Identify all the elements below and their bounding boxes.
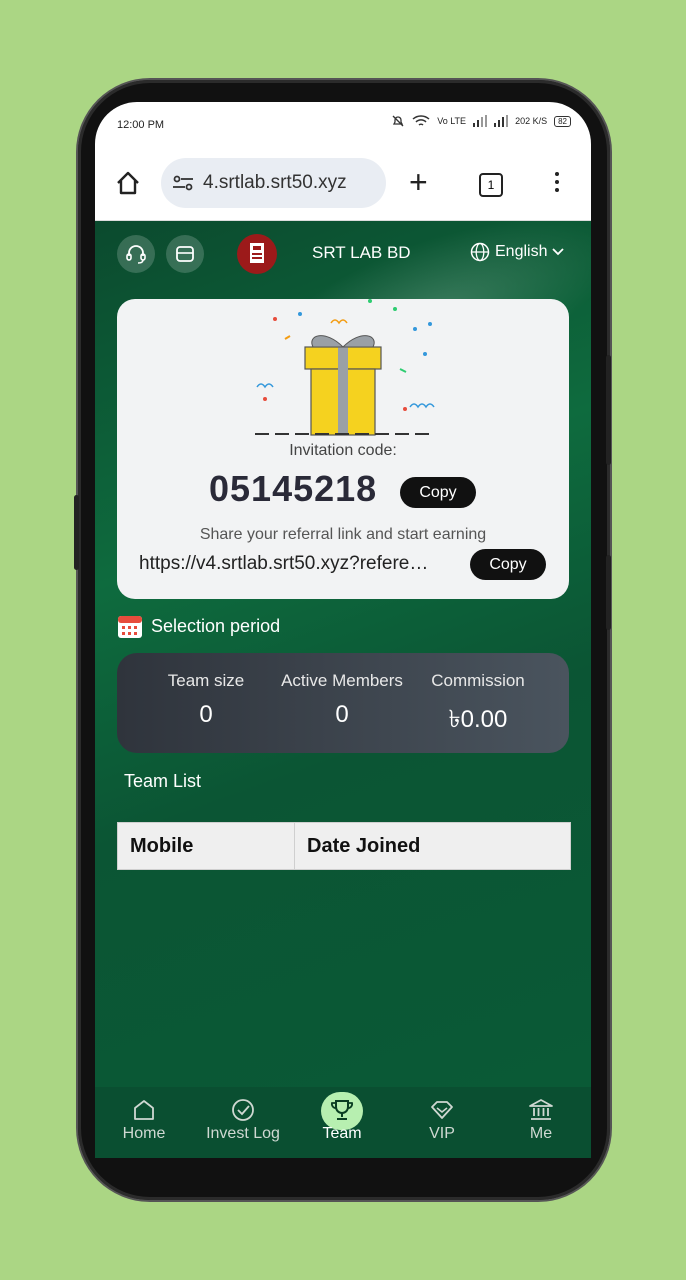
copy-code-button[interactable]: Copy bbox=[400, 477, 476, 508]
inbox-icon[interactable] bbox=[166, 235, 204, 273]
invitation-card: Invitation code: 05145218 Copy Share you… bbox=[117, 299, 569, 599]
check-circle-icon bbox=[232, 1099, 254, 1121]
mute-icon bbox=[392, 115, 404, 127]
signal-icon bbox=[473, 115, 488, 127]
stat-value: ৳0.00 bbox=[448, 706, 508, 733]
invitation-code: 05145218 bbox=[209, 468, 378, 509]
home-icon[interactable] bbox=[115, 170, 141, 196]
support-icon[interactable] bbox=[117, 235, 155, 273]
copy-link-button[interactable]: Copy bbox=[470, 549, 546, 580]
url-text[interactable]: 4.srtlab.srt50.xyz bbox=[203, 172, 347, 194]
invitation-label: Invitation code: bbox=[289, 442, 397, 459]
team-list-title: Team List bbox=[124, 771, 202, 791]
nav-label: VIP bbox=[429, 1125, 455, 1142]
stat-value: 0 bbox=[199, 701, 213, 728]
nav-label: Home bbox=[122, 1125, 166, 1142]
nav-team[interactable]: Team bbox=[297, 1097, 387, 1143]
language-label: English bbox=[495, 243, 548, 260]
period-label: Selection period bbox=[151, 615, 281, 636]
app-content: SRT LAB BD English Invitation code: 0514… bbox=[95, 180, 591, 1158]
nav-label: Invest Log bbox=[206, 1125, 280, 1142]
bank-icon bbox=[529, 1099, 553, 1120]
nav-home[interactable]: Home bbox=[99, 1097, 189, 1143]
stat-label: Active Members bbox=[281, 671, 403, 690]
speed-label: 202 K/S bbox=[515, 116, 548, 126]
calendar-icon bbox=[118, 616, 142, 638]
site-settings-icon[interactable] bbox=[171, 171, 195, 195]
globe-icon bbox=[470, 242, 490, 262]
new-tab-icon[interactable]: + bbox=[409, 166, 428, 198]
brand-logo bbox=[237, 234, 277, 274]
bottom-nav: Home Invest Log Team VIP Me bbox=[95, 1087, 591, 1158]
status-bar: 12:00 PM Vo LTE 202 K/S 82 bbox=[95, 102, 591, 148]
team-table: Mobile Date Joined bbox=[117, 822, 571, 870]
stat-team-size: Team size 0 bbox=[131, 671, 281, 729]
wifi-icon bbox=[412, 115, 430, 126]
address-bar[interactable]: 4.srtlab.srt50.xyz bbox=[161, 158, 386, 208]
stat-commission: Commission ৳0.00 bbox=[403, 671, 553, 741]
tab-switcher-button[interactable]: 1 bbox=[479, 173, 503, 197]
trophy-icon bbox=[331, 1100, 353, 1120]
team-stats: Team size 0 Active Members 0 Commission … bbox=[117, 653, 569, 753]
chevron-down-icon bbox=[552, 248, 565, 256]
battery-icon: 82 bbox=[554, 115, 571, 127]
diamond-icon bbox=[431, 1101, 453, 1119]
referral-link: https://v4.srtlab.srt50.xyz?referee... bbox=[139, 553, 435, 574]
app-header: SRT LAB BD English bbox=[95, 221, 591, 291]
side-button bbox=[74, 495, 79, 570]
nav-label: Me bbox=[529, 1125, 553, 1142]
signal-icon-2 bbox=[494, 115, 509, 127]
gift-icon bbox=[255, 299, 435, 436]
status-time: 12:00 PM bbox=[117, 119, 165, 131]
stat-label: Commission bbox=[431, 671, 525, 690]
phone-screen: 12:00 PM Vo LTE 202 K/S 82 4.srtlab.srt5… bbox=[95, 102, 591, 1158]
stat-label: Team size bbox=[167, 671, 245, 690]
nav-me[interactable]: Me bbox=[496, 1097, 586, 1143]
table-header-date: Date Joined bbox=[307, 835, 421, 857]
share-text: Share your referral link and start earni… bbox=[199, 526, 487, 543]
stat-active-members: Active Members 0 bbox=[267, 671, 417, 729]
nav-vip[interactable]: VIP bbox=[397, 1097, 487, 1143]
volume-button bbox=[606, 355, 611, 465]
home-icon bbox=[134, 1100, 154, 1120]
network-label: Vo LTE bbox=[437, 116, 467, 126]
language-selector[interactable]: English bbox=[470, 242, 565, 262]
power-button bbox=[606, 555, 611, 630]
table-header-mobile: Mobile bbox=[118, 823, 295, 869]
brand-name: SRT LAB BD bbox=[312, 243, 411, 262]
selection-period[interactable]: Selection period bbox=[117, 613, 280, 639]
stat-value: 0 bbox=[335, 701, 349, 728]
nav-invest-log[interactable]: Invest Log bbox=[198, 1097, 288, 1143]
nav-label: Team bbox=[322, 1125, 362, 1142]
